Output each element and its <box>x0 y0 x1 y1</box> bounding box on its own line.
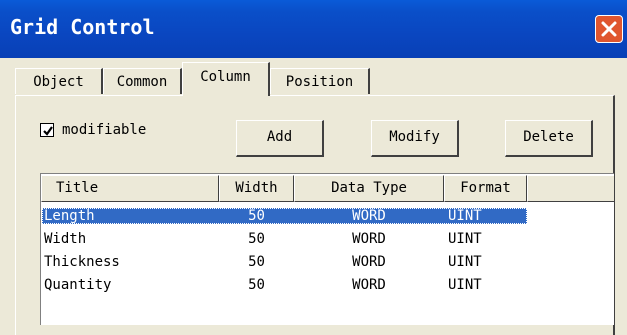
tab-position-label: Position <box>285 74 354 90</box>
header-width[interactable]: Width <box>219 175 294 202</box>
cell-title: Quantity <box>44 277 112 293</box>
checkmark-icon <box>43 126 53 136</box>
table-row[interactable]: Quantity 50 WORD UINT <box>42 277 527 293</box>
table-row[interactable]: Thickness 50 WORD UINT <box>42 254 527 270</box>
modify-button[interactable]: Modify <box>371 120 459 157</box>
window-title: Grid Control <box>10 15 155 39</box>
close-button[interactable] <box>595 15 623 43</box>
tab-common-label: Common <box>116 74 168 90</box>
cell-data-type: WORD <box>352 254 386 270</box>
cell-title: Length <box>44 208 95 224</box>
cell-width: 50 <box>248 277 265 293</box>
cell-data-type: WORD <box>352 277 386 293</box>
header-data-type[interactable]: Data Type <box>294 175 444 202</box>
cell-format: UINT <box>448 208 482 224</box>
cell-data-type: WORD <box>352 208 386 224</box>
delete-button[interactable]: Delete <box>505 120 593 157</box>
table-row[interactable]: Width 50 WORD UINT <box>42 231 527 247</box>
tab-column[interactable]: Column <box>182 62 270 96</box>
tab-object[interactable]: Object <box>15 68 103 94</box>
cell-width: 50 <box>248 254 265 270</box>
close-icon <box>601 21 617 37</box>
table-row[interactable]: Length 50 WORD UINT <box>42 208 527 224</box>
cell-format: UINT <box>448 254 482 270</box>
checkbox-box[interactable] <box>40 123 54 137</box>
cell-title: Width <box>44 231 87 247</box>
cell-title: Thickness <box>44 254 120 270</box>
list-header: Title Width Data Type Format <box>41 175 614 202</box>
header-format[interactable]: Format <box>444 175 527 202</box>
cell-format: UINT <box>448 277 482 293</box>
tab-common[interactable]: Common <box>103 68 182 94</box>
modifiable-checkbox[interactable]: modifiable <box>40 120 146 140</box>
modifiable-label: modifiable <box>62 122 147 138</box>
cell-data-type: WORD <box>352 231 386 247</box>
cell-width: 50 <box>248 231 265 247</box>
tab-strip: Object Common Column Position <box>0 60 627 96</box>
cell-format: UINT <box>448 231 482 247</box>
header-empty <box>527 175 614 202</box>
add-button[interactable]: Add <box>236 120 324 157</box>
tab-position[interactable]: Position <box>270 68 370 94</box>
tab-column-label: Column <box>200 69 251 85</box>
header-title[interactable]: Title <box>41 175 219 202</box>
tab-object-label: Object <box>33 74 84 90</box>
column-list[interactable]: Title Width Data Type Format Length 50 W… <box>40 173 614 325</box>
cell-width: 50 <box>248 208 265 224</box>
title-bar[interactable]: Grid Control <box>0 0 627 58</box>
